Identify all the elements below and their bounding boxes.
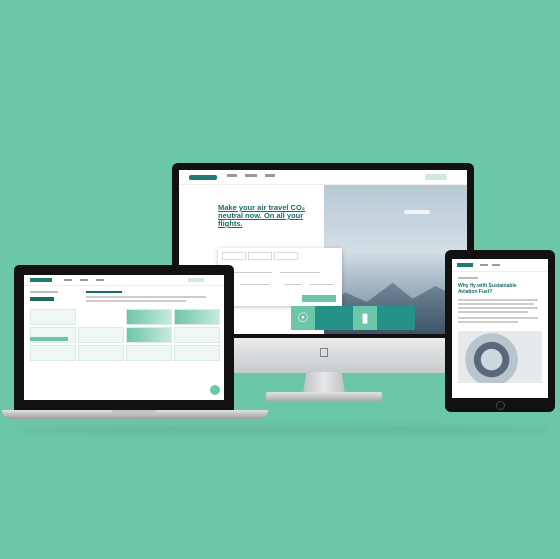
laptop-notch bbox=[112, 410, 156, 414]
form-tab-3[interactable] bbox=[274, 252, 298, 260]
tablet-text-3 bbox=[458, 307, 538, 309]
progress-bar-fill bbox=[30, 337, 68, 341]
form-field-passengers[interactable] bbox=[284, 278, 302, 285]
form-tab-2[interactable] bbox=[248, 252, 272, 260]
tablet-home-button[interactable] bbox=[496, 401, 505, 410]
dash-nav-link-3[interactable] bbox=[96, 279, 104, 281]
booking-form bbox=[218, 248, 342, 306]
stat-tile-11[interactable] bbox=[174, 345, 220, 361]
desktop-stand-base bbox=[266, 392, 382, 401]
site-logo[interactable] bbox=[189, 175, 217, 180]
tablet-screen: Why fly with Sustainable Aviation Fuel? bbox=[452, 259, 548, 398]
stat-tile-8[interactable] bbox=[30, 345, 76, 361]
desktop-stand bbox=[303, 372, 345, 394]
stat-tile-1[interactable] bbox=[30, 309, 76, 325]
stat-tile-5[interactable] bbox=[174, 309, 220, 325]
tablet-breadcrumb bbox=[458, 277, 478, 279]
tablet-text-6 bbox=[458, 321, 518, 323]
form-field-to[interactable] bbox=[280, 266, 320, 273]
nav-cta-button[interactable] bbox=[425, 174, 447, 180]
nav-link-1[interactable] bbox=[227, 174, 237, 177]
form-field-date[interactable] bbox=[240, 278, 270, 285]
hero-title: Make your air travel CO₂ neutral now. On… bbox=[218, 203, 306, 228]
stat-tile-7[interactable] bbox=[174, 327, 220, 343]
chat-fab-button[interactable] bbox=[210, 385, 220, 395]
form-field-class[interactable] bbox=[310, 278, 334, 285]
dashboard-logo[interactable] bbox=[30, 278, 52, 282]
dash-section-text-1 bbox=[86, 296, 206, 298]
form-tab-1[interactable] bbox=[222, 252, 246, 260]
tablet-logo[interactable] bbox=[457, 263, 473, 267]
airplane-icon bbox=[404, 210, 430, 214]
stat-tile-3[interactable] bbox=[78, 327, 124, 343]
tablet-nav-link-1[interactable] bbox=[480, 264, 488, 266]
dash-nav-link-1[interactable] bbox=[64, 279, 72, 281]
lightbulb-icon: ☉ bbox=[291, 306, 315, 330]
stat-tile-10[interactable] bbox=[126, 345, 172, 361]
bar-chart-icon: ▮ bbox=[353, 306, 377, 330]
stat-tile-6[interactable] bbox=[126, 327, 172, 343]
feature-strip: ☉ ▮ bbox=[291, 306, 415, 330]
tablet-article-title: Why fly with Sustainable Aviation Fuel? bbox=[458, 283, 517, 295]
dash-nav-link-2[interactable] bbox=[80, 279, 88, 281]
dash-section-text-2 bbox=[86, 300, 186, 302]
tablet-text-2 bbox=[458, 303, 534, 305]
dash-nav-button[interactable] bbox=[188, 278, 204, 282]
dashboard-nav bbox=[24, 275, 224, 286]
form-submit-button[interactable] bbox=[302, 295, 336, 302]
jet-engine-image bbox=[458, 331, 542, 383]
tablet-nav-link-2[interactable] bbox=[492, 264, 500, 266]
dash-summary-label bbox=[30, 291, 58, 293]
site-nav bbox=[179, 170, 467, 185]
stat-tile-9[interactable] bbox=[78, 345, 124, 361]
floor-shadow bbox=[20, 425, 550, 435]
laptop-screen bbox=[24, 275, 224, 400]
dash-summary-value bbox=[30, 297, 54, 301]
tablet-text-4 bbox=[458, 311, 528, 313]
stat-tile-4[interactable] bbox=[126, 309, 172, 325]
dash-section-title bbox=[86, 291, 122, 293]
tablet-text-1 bbox=[458, 299, 538, 301]
nav-link-3[interactable] bbox=[265, 174, 275, 177]
apple-logo-icon:  bbox=[318, 346, 330, 360]
nav-link-2[interactable] bbox=[245, 174, 257, 177]
tablet-text-5 bbox=[458, 317, 538, 319]
